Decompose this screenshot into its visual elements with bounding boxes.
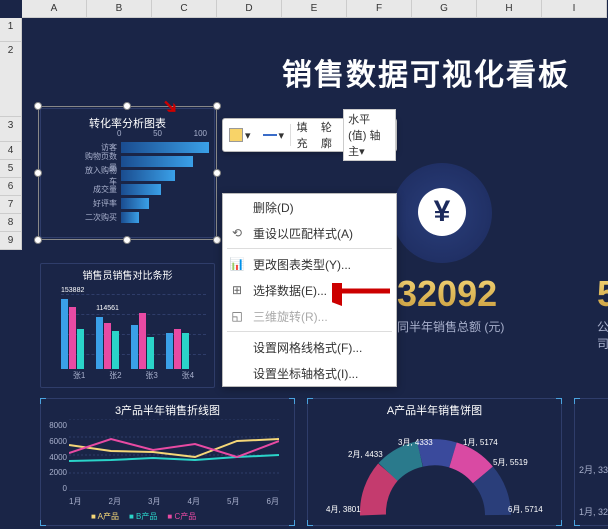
reset-icon: ⟲	[229, 225, 245, 241]
chart-pie-partial[interactable]: 2月, 3395 1月, 3295	[574, 398, 608, 526]
chart-pie-a[interactable]: A产品半年销售饼图 4月, 3801 2月, 4433 3月, 4333 1月,…	[307, 398, 562, 526]
mini-toolbar: ▾ ▾ 填充 轮廓 水平 (值) 轴 主▾	[222, 118, 397, 152]
menu-change-chart-type[interactable]: 📊更改图表类型(Y)...	[223, 251, 396, 277]
resize-handle[interactable]	[213, 102, 221, 110]
chart-title: 3产品半年销售折线图	[41, 402, 294, 418]
x-axis-labels: 张1张2张3张4	[61, 370, 206, 381]
menu-gridline-format[interactable]: 设置网格线格式(F)...	[223, 334, 396, 360]
resize-handle[interactable]	[213, 236, 221, 244]
select-data-icon: ⊞	[229, 282, 245, 298]
chart-sales-bar[interactable]: 销售员销售对比条形 153882 114561 张1张2张3张4	[40, 263, 215, 388]
menu-3d-rotate: ◱三维旋转(R)...	[223, 303, 396, 329]
dashboard-title: 销售数据可视化看板	[282, 50, 570, 94]
legend: A产品 B产品 C产品	[91, 511, 196, 522]
rotate-3d-icon: ◱	[229, 308, 245, 324]
kpi-value: 32092	[397, 273, 497, 315]
resize-handle[interactable]	[34, 102, 42, 110]
x-axis: 1月2月3月4月5月6月	[69, 496, 279, 507]
kpi-label: 同半年销售总额 (元)	[397, 318, 504, 335]
bar-groups: 153882 114561	[61, 284, 206, 369]
resize-handle[interactable]	[34, 236, 42, 244]
kpi-value-2: 5	[597, 273, 608, 315]
line-series	[69, 419, 279, 491]
outline-label: 轮廓	[315, 119, 339, 151]
spreadsheet-canvas[interactable]: 销售数据可视化看板 转化率分析图表 050100 访客 购物页数量 放入购物车 …	[22, 18, 608, 529]
menu-delete[interactable]: 删除(D)	[223, 194, 396, 220]
chart-type-icon: 📊	[229, 256, 245, 272]
column-headers[interactable]: ABC DEF GHI	[22, 0, 607, 18]
currency-icon: ¥	[418, 188, 466, 236]
fill-button[interactable]: ▾	[223, 119, 257, 151]
resize-handle[interactable]	[123, 102, 131, 110]
resize-handle[interactable]	[34, 169, 42, 177]
outline-button[interactable]: ▾	[257, 119, 291, 151]
context-menu: 删除(D) ⟲重设以匹配样式(A) 📊更改图表类型(Y)... ⊞选择数据(E)…	[222, 193, 397, 387]
chart-title: A产品半年销售饼图	[308, 402, 561, 418]
resize-handle[interactable]	[123, 236, 131, 244]
pie-labels: 2月, 3395 1月, 3295	[579, 459, 608, 523]
menu-axis-format[interactable]: 设置坐标轴格式(I)...	[223, 360, 396, 386]
row-headers[interactable]: 12 34 567 89	[0, 18, 22, 250]
kpi-label-2: 公司	[597, 318, 608, 352]
menu-select-data[interactable]: ⊞选择数据(E)...	[223, 277, 396, 303]
menu-reset-style[interactable]: ⟲重设以匹配样式(A)	[223, 220, 396, 246]
selection-border	[38, 106, 217, 240]
y-axis: 80006000400020000	[45, 421, 67, 493]
fill-label: 填充	[291, 119, 315, 151]
chart-line[interactable]: 3产品半年销售折线图 80006000400020000 1月2月3月4月5月6…	[40, 398, 295, 526]
chart-title: 销售员销售对比条形	[41, 267, 214, 282]
axis-dropdown[interactable]: 水平 (值) 轴 主▾	[343, 109, 396, 161]
resize-handle[interactable]	[213, 169, 221, 177]
